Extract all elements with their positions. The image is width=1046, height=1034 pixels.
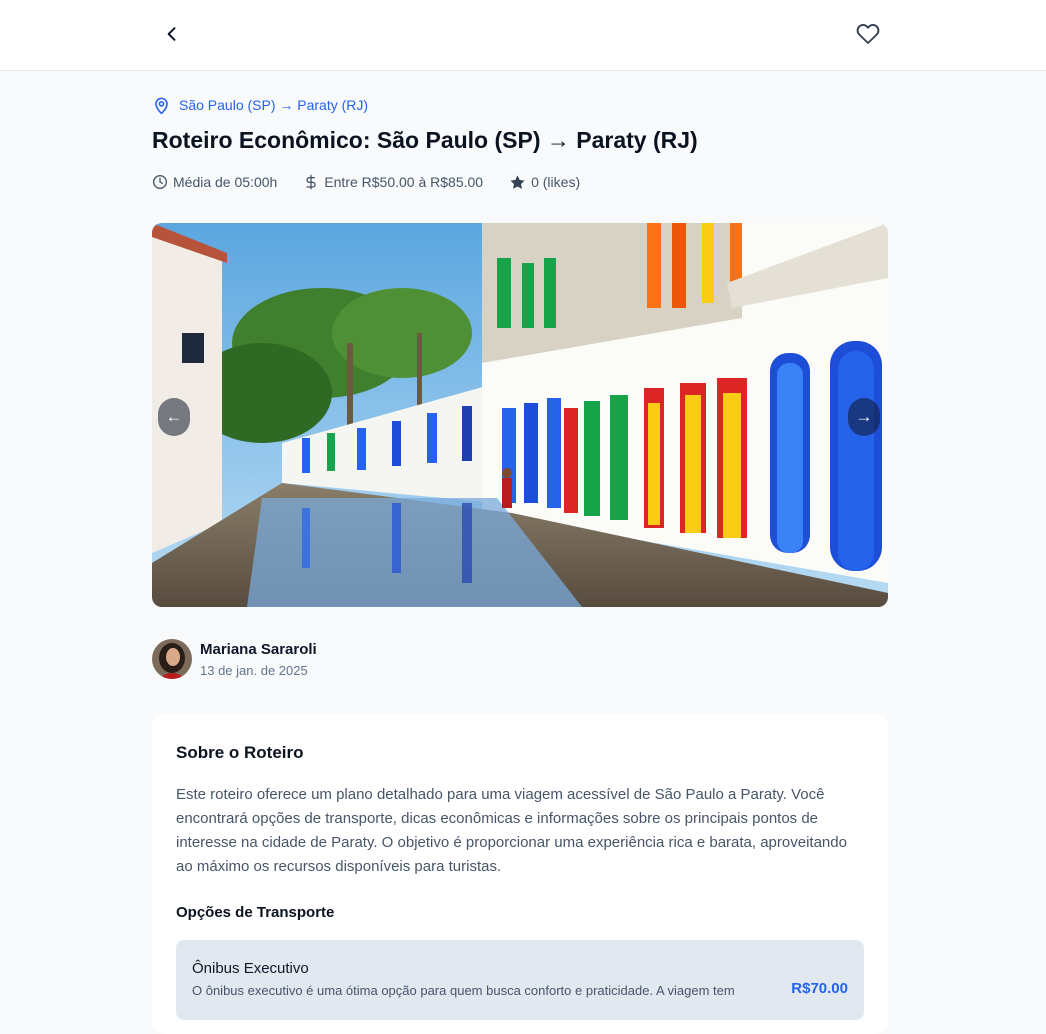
map-pin-icon: [155, 97, 168, 114]
image-gallery: ← →: [152, 223, 888, 607]
author-text: Mariana Sararoli 13 de jan. de 2025: [200, 641, 317, 678]
author-info: Mariana Sararoli 13 de jan. de 2025: [152, 638, 317, 680]
gallery-next-button[interactable]: →: [848, 398, 880, 436]
meta-likes: 0 (likes): [509, 174, 580, 191]
meta-duration: Média de 05:00h: [152, 174, 277, 190]
meta-row: Média de 05:00h Entre R$50.00 à R$85.00 …: [152, 172, 606, 192]
favorite-button[interactable]: [855, 21, 881, 47]
author-name[interactable]: Mariana Sararoli: [200, 641, 317, 658]
route-label: São Paulo (SP) → Paraty (RJ): [179, 97, 369, 113]
dollar-icon: [306, 174, 316, 190]
transport-name: Ônibus Executivo: [192, 960, 309, 977]
gallery-prev-button[interactable]: ←: [158, 398, 190, 436]
likes-text: 0 (likes): [531, 174, 581, 190]
page-title: Roteiro Econômico: São Paulo (SP) → Para…: [152, 127, 698, 153]
transport-description: O ônibus executivo é uma ótima opção par…: [192, 983, 735, 998]
transport-price: R$70.00: [791, 980, 848, 997]
transport-option[interactable]: Ônibus Executivo O ônibus executivo é um…: [176, 940, 864, 1020]
top-bar: [0, 0, 1046, 71]
gallery-photo: [152, 223, 888, 607]
about-title: Sobre o Roteiro: [176, 743, 304, 762]
meta-price: Entre R$50.00 à R$85.00: [303, 174, 483, 190]
chevron-left-icon: [167, 27, 176, 41]
route-link[interactable]: São Paulo (SP) → Paraty (RJ): [152, 95, 368, 115]
star-icon: [510, 174, 525, 189]
about-description: Este roteiro oferece um plano detalhado …: [176, 786, 847, 875]
price-range-text: Entre R$50.00 à R$85.00: [324, 174, 484, 190]
clock-icon: [153, 175, 167, 189]
author-date: 13 de jan. de 2025: [200, 662, 308, 678]
transport-section-title: Opções de Transporte: [176, 904, 335, 921]
duration-text: Média de 05:00h: [173, 174, 278, 190]
heart-icon: [856, 24, 880, 44]
about-card: Sobre o Roteiro Este roteiro oferece um …: [152, 714, 888, 1034]
back-button[interactable]: [160, 22, 184, 46]
avatar[interactable]: [152, 639, 192, 679]
avatar-image: [152, 639, 192, 679]
